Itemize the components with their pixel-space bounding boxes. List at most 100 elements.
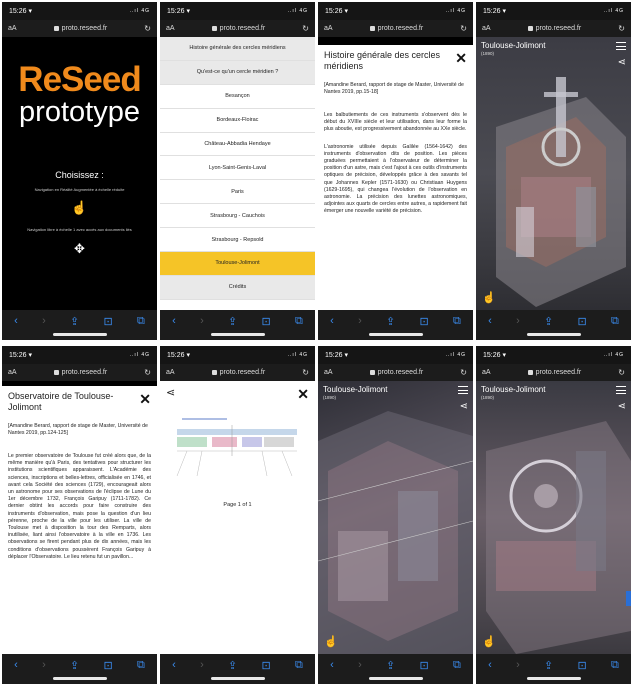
instrument-model[interactable] (476, 381, 631, 654)
bookmarks-icon[interactable]: ⊡ (419, 659, 428, 672)
share-nodes-icon[interactable]: ⋖ (460, 401, 468, 412)
url-text[interactable]: proto.reseed.fr (220, 369, 266, 376)
url-text[interactable]: proto.reseed.fr (62, 369, 108, 376)
address-bar[interactable]: aA proto.reseed.fr ↻ (160, 364, 315, 381)
address-bar[interactable]: aA proto.reseed.fr ↻ (318, 20, 473, 37)
tabs-icon[interactable]: ⧉ (137, 315, 145, 328)
menu-icon[interactable] (616, 386, 626, 394)
reload-icon[interactable]: ↻ (618, 368, 625, 377)
share-icon[interactable]: ⇪ (228, 659, 237, 672)
forward-icon[interactable]: › (358, 659, 362, 671)
tabs-icon[interactable]: ⧉ (295, 659, 303, 672)
share-nodes-icon[interactable]: ⋖ (618, 57, 626, 68)
address-bar[interactable]: aA proto.reseed.fr ↻ (2, 364, 157, 381)
back-icon[interactable]: ‹ (14, 315, 18, 327)
free-mode-move-icon[interactable]: ✥ (2, 241, 157, 257)
tabs-icon[interactable]: ⧉ (453, 315, 461, 328)
forward-icon[interactable]: › (200, 315, 204, 327)
menu-icon[interactable] (458, 386, 468, 394)
menu-item[interactable]: Besançon (160, 85, 315, 109)
ar-hand-icon[interactable]: ☝ (324, 635, 338, 648)
3d-viewer[interactable]: Toulouse-Jolimont (1890) ⋖ ☝ (476, 37, 631, 310)
menu-item[interactable]: Strasbourg - Repsold (160, 228, 315, 253)
share-icon[interactable]: ⇪ (544, 659, 553, 672)
menu-item[interactable]: Toulouse-Jolimont (160, 252, 315, 276)
ar-hand-icon[interactable]: ☝ (482, 291, 496, 304)
forward-icon[interactable]: › (516, 659, 520, 671)
forward-icon[interactable]: › (42, 315, 46, 327)
pdf-page-thumbnail[interactable] (172, 411, 302, 481)
address-bar[interactable]: aA proto.reseed.fr ↻ (2, 20, 157, 37)
bookmarks-icon[interactable]: ⊡ (577, 659, 586, 672)
forward-icon[interactable]: › (200, 659, 204, 671)
bookmarks-icon[interactable]: ⊡ (419, 315, 428, 328)
share-icon[interactable]: ⇪ (70, 659, 79, 672)
back-icon[interactable]: ‹ (172, 315, 176, 327)
text-size-button[interactable]: aA (8, 369, 17, 376)
url-text[interactable]: proto.reseed.fr (220, 25, 266, 32)
reload-icon[interactable]: ↻ (460, 24, 467, 33)
share-icon[interactable]: ⇪ (386, 659, 395, 672)
back-icon[interactable]: ‹ (488, 315, 492, 327)
menu-item[interactable]: Strasbourg - Cauchois (160, 204, 315, 229)
bookmarks-icon[interactable]: ⊡ (103, 659, 112, 672)
text-size-button[interactable]: aA (166, 25, 175, 32)
menu-item[interactable]: Château-Abbadia Hendaye (160, 133, 315, 157)
share-icon[interactable]: ⇪ (386, 315, 395, 328)
text-size-button[interactable]: aA (482, 25, 491, 32)
back-icon[interactable]: ‹ (488, 659, 492, 671)
interior-model[interactable] (318, 381, 473, 654)
back-icon[interactable]: ‹ (14, 659, 18, 671)
close-icon[interactable]: ✕ (297, 386, 309, 403)
address-bar[interactable]: aA proto.reseed.fr ↻ (476, 20, 631, 37)
back-icon[interactable]: ‹ (172, 659, 176, 671)
text-size-button[interactable]: aA (166, 369, 175, 376)
url-text[interactable]: proto.reseed.fr (378, 369, 424, 376)
text-size-button[interactable]: aA (324, 369, 333, 376)
reload-icon[interactable]: ↻ (144, 24, 151, 33)
meridian-circle-model[interactable] (476, 37, 631, 310)
forward-icon[interactable]: › (358, 315, 362, 327)
share-icon[interactable]: ⇪ (544, 315, 553, 328)
bookmarks-icon[interactable]: ⊡ (261, 315, 270, 328)
tabs-icon[interactable]: ⧉ (453, 659, 461, 672)
bookmarks-icon[interactable]: ⊡ (577, 315, 586, 328)
back-icon[interactable]: ‹ (330, 315, 334, 327)
back-icon[interactable]: ‹ (330, 659, 334, 671)
menu-item[interactable]: Histoire générale des cercles méridiens (160, 37, 315, 61)
reload-icon[interactable]: ↻ (618, 24, 625, 33)
url-text[interactable]: proto.reseed.fr (536, 369, 582, 376)
text-size-button[interactable]: aA (324, 25, 333, 32)
bookmarks-icon[interactable]: ⊡ (261, 659, 270, 672)
url-text[interactable]: proto.reseed.fr (62, 25, 108, 32)
ar-mode-hand-icon[interactable]: ☝ (2, 200, 157, 216)
forward-icon[interactable]: › (42, 659, 46, 671)
3d-viewer[interactable]: Toulouse-Jolimont (1890) ⋖ ☝ (476, 381, 631, 654)
menu-item[interactable]: Lyon-Saint-Genis-Laval (160, 156, 315, 181)
ar-hand-icon[interactable]: ☝ (482, 635, 496, 648)
share-nodes-icon[interactable]: ⋖ (618, 401, 626, 412)
address-bar[interactable]: aA proto.reseed.fr ↻ (160, 20, 315, 37)
3d-viewer[interactable]: Toulouse-Jolimont (1890) ⋖ ☝ (318, 381, 473, 654)
tabs-icon[interactable]: ⧉ (611, 315, 619, 328)
address-bar[interactable]: aA proto.reseed.fr ↻ (318, 364, 473, 381)
share-nodes-icon[interactable]: ⋖ (166, 386, 175, 399)
url-text[interactable]: proto.reseed.fr (536, 25, 582, 32)
address-bar[interactable]: aA proto.reseed.fr ↻ (476, 364, 631, 381)
share-icon[interactable]: ⇪ (228, 315, 237, 328)
menu-item[interactable]: Qu'est-ce qu'un cercle méridien ? (160, 60, 315, 85)
text-size-button[interactable]: aA (8, 25, 17, 32)
reload-icon[interactable]: ↻ (302, 368, 309, 377)
reload-icon[interactable]: ↻ (460, 368, 467, 377)
tabs-icon[interactable]: ⧉ (611, 659, 619, 672)
menu-item[interactable]: Bordeaux-Floirac (160, 109, 315, 133)
menu-item[interactable]: Crédits (160, 275, 315, 300)
close-icon[interactable]: ✕ (139, 391, 151, 408)
text-size-button[interactable]: aA (482, 369, 491, 376)
reload-icon[interactable]: ↻ (302, 24, 309, 33)
bookmarks-icon[interactable]: ⊡ (103, 315, 112, 328)
tabs-icon[interactable]: ⧉ (295, 315, 303, 328)
reload-icon[interactable]: ↻ (144, 368, 151, 377)
share-icon[interactable]: ⇪ (70, 315, 79, 328)
url-text[interactable]: proto.reseed.fr (378, 25, 424, 32)
